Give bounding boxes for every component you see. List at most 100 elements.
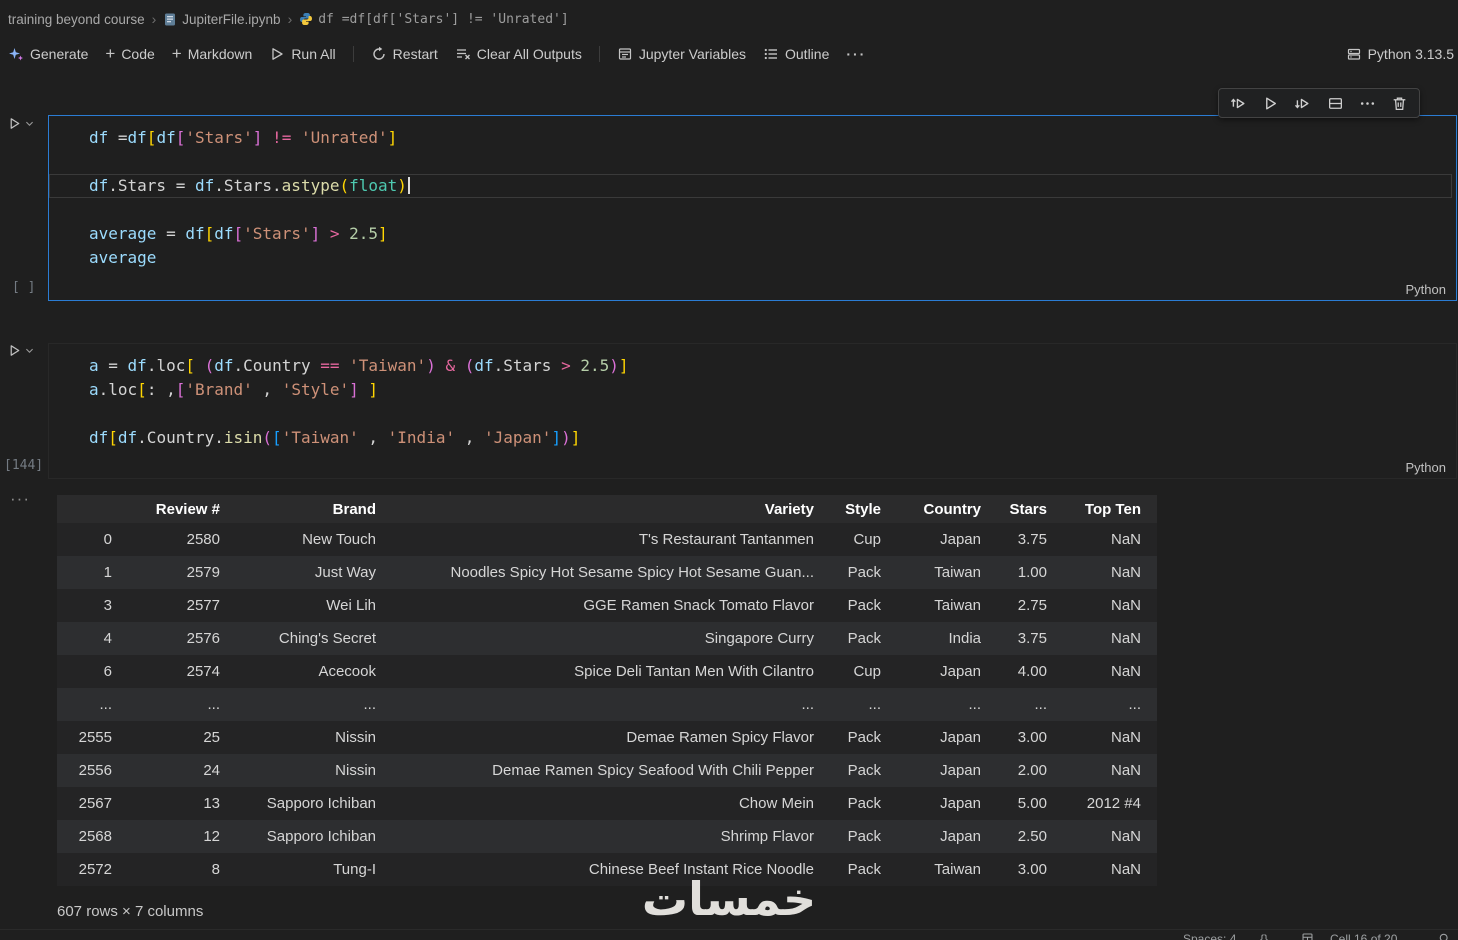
execute-below-icon[interactable] bbox=[1293, 93, 1313, 113]
code-line: average bbox=[49, 246, 1452, 270]
table-cell: 1 bbox=[57, 556, 122, 589]
code-cell-1[interactable]: df =df[df['Stars'] != 'Unrated'] df.Star… bbox=[48, 115, 1457, 301]
table-cell: Japan bbox=[891, 754, 991, 787]
table-cell: NaN bbox=[1057, 820, 1157, 853]
kernel-picker[interactable]: Python 3.13.5 bbox=[1346, 38, 1454, 70]
table-cell: 25 bbox=[122, 721, 230, 754]
table-cell: Taiwan bbox=[891, 853, 991, 886]
table-cell: 1.00 bbox=[991, 556, 1057, 589]
code-editor[interactable]: a = df.loc[ (df.Country == 'Taiwan') & (… bbox=[49, 354, 1452, 452]
table-cell: Singapore Curry bbox=[386, 622, 824, 655]
breadcrumb-cell[interactable]: df =df[df['Stars'] != 'Unrated'] bbox=[299, 12, 568, 27]
table-row: 256812Sapporo IchibanShrimp FlavorPackJa… bbox=[57, 820, 1157, 853]
run-cell-button[interactable] bbox=[7, 343, 35, 358]
run-all-icon bbox=[269, 46, 285, 62]
cell-language-picker[interactable]: Python bbox=[1406, 282, 1446, 297]
code-line: a.loc[: ,['Brand' , 'Style'] ] bbox=[49, 378, 1452, 402]
table-cell: Sapporo Ichiban bbox=[230, 820, 386, 853]
table-cell: Japan bbox=[891, 820, 991, 853]
code-cell-2[interactable]: a = df.loc[ (df.Country == 'Taiwan') & (… bbox=[48, 343, 1457, 479]
kernel-label: Python 3.13.5 bbox=[1368, 46, 1454, 62]
table-row: 62574AcecookSpice Deli Tantan Men With C… bbox=[57, 655, 1157, 688]
jupyter-variables-button[interactable]: Jupyter Variables bbox=[617, 46, 746, 62]
python-symbol-icon bbox=[299, 12, 313, 26]
table-cell: Spice Deli Tantan Men With Cilantro bbox=[386, 655, 824, 688]
code-editor[interactable]: df =df[df['Stars'] != 'Unrated'] df.Star… bbox=[49, 126, 1452, 274]
vscode-notebook-window: training beyond course › JupiterFile.ipy… bbox=[0, 0, 1458, 939]
notebook-file-icon bbox=[163, 12, 177, 27]
add-markdown-cell-button[interactable]: + Markdown bbox=[172, 46, 253, 63]
column-header: Stars bbox=[991, 495, 1057, 523]
table-cell: ... bbox=[1057, 688, 1157, 721]
run-cell-button[interactable] bbox=[7, 116, 35, 131]
table-cell: Just Way bbox=[230, 556, 386, 589]
table-cell: ... bbox=[230, 688, 386, 721]
breadcrumb-folder[interactable]: training beyond course bbox=[8, 12, 145, 27]
table-cell: 2.00 bbox=[991, 754, 1057, 787]
execution-count: [144] bbox=[4, 458, 43, 473]
table-cell: ... bbox=[57, 688, 122, 721]
outline-button[interactable]: Outline bbox=[763, 46, 829, 62]
table-cell: Pack bbox=[824, 589, 891, 622]
table-cell: ... bbox=[824, 688, 891, 721]
breadcrumb-file[interactable]: JupiterFile.ipynb bbox=[163, 12, 280, 27]
table-cell: NaN bbox=[1057, 721, 1157, 754]
split-cell-icon[interactable] bbox=[1325, 93, 1345, 113]
table-cell: Shrimp Flavor bbox=[386, 820, 824, 853]
table-cell: Pack bbox=[824, 787, 891, 820]
table-row: 12579Just WayNoodles Spicy Hot Sesame Sp… bbox=[57, 556, 1157, 589]
kernel-icon bbox=[1346, 46, 1362, 62]
chevron-right-icon: › bbox=[288, 11, 293, 27]
generate-button[interactable]: Generate bbox=[8, 46, 88, 62]
dataframe-head-row: Review #BrandVarietyStyleCountryStarsTop… bbox=[57, 495, 1157, 523]
table-cell: 2556 bbox=[57, 754, 122, 787]
table-row: 255525NissinDemae Ramen Spicy FlavorPack… bbox=[57, 721, 1157, 754]
table-cell: 2.75 bbox=[991, 589, 1057, 622]
add-code-cell-button[interactable]: + Code bbox=[105, 46, 154, 63]
table-cell: India bbox=[891, 622, 991, 655]
khamsat-watermark: خمسات bbox=[642, 872, 816, 926]
restart-button[interactable]: Restart bbox=[371, 46, 438, 62]
execute-cell-icon[interactable] bbox=[1260, 93, 1280, 113]
output-more-actions[interactable]: ··· bbox=[10, 489, 30, 509]
table-cell: Chow Mein bbox=[386, 787, 824, 820]
table-cell: Wei Lih bbox=[230, 589, 386, 622]
table-cell: T's Restaurant Tantanmen bbox=[386, 523, 824, 556]
table-cell: NaN bbox=[1057, 655, 1157, 688]
table-cell: NaN bbox=[1057, 523, 1157, 556]
notebook-toolbar: Generate + Code + Markdown Run All Resta… bbox=[0, 38, 1458, 70]
table-cell: NaN bbox=[1057, 622, 1157, 655]
column-header: Review # bbox=[122, 495, 230, 523]
column-header: Top Ten bbox=[1057, 495, 1157, 523]
table-cell: 13 bbox=[122, 787, 230, 820]
table-cell: 2555 bbox=[57, 721, 122, 754]
breadcrumb-file-label: JupiterFile.ipynb bbox=[182, 12, 280, 27]
table-cell: Pack bbox=[824, 820, 891, 853]
cell-toolbar bbox=[1218, 88, 1420, 118]
table-row: 02580New TouchT's Restaurant TantanmenCu… bbox=[57, 523, 1157, 556]
table-row: ........................ bbox=[57, 688, 1157, 721]
code-line bbox=[49, 402, 1452, 426]
table-cell: 5.00 bbox=[991, 787, 1057, 820]
cell-language-picker[interactable]: Python bbox=[1406, 460, 1446, 475]
text-cursor bbox=[408, 177, 410, 194]
run-all-button[interactable]: Run All bbox=[269, 46, 335, 62]
table-row: 32577Wei LihGGE Ramen Snack Tomato Flavo… bbox=[57, 589, 1157, 622]
table-cell: Pack bbox=[824, 754, 891, 787]
sparkle-icon bbox=[8, 46, 24, 62]
column-header: Style bbox=[824, 495, 891, 523]
column-header: Country bbox=[891, 495, 991, 523]
clear-all-icon bbox=[455, 46, 471, 62]
table-cell: 2574 bbox=[122, 655, 230, 688]
execute-above-icon[interactable] bbox=[1228, 93, 1248, 113]
table-cell: Demae Ramen Spicy Seafood With Chili Pep… bbox=[386, 754, 824, 787]
table-cell: 24 bbox=[122, 754, 230, 787]
table-cell: 8 bbox=[122, 853, 230, 886]
table-cell: GGE Ramen Snack Tomato Flavor bbox=[386, 589, 824, 622]
delete-cell-icon[interactable] bbox=[1390, 93, 1410, 113]
clear-all-outputs-button[interactable]: Clear All Outputs bbox=[455, 46, 582, 62]
more-actions-icon[interactable] bbox=[1358, 93, 1378, 113]
toolbar-more-button[interactable]: ··· bbox=[846, 46, 866, 62]
breadcrumb-folder-label: training beyond course bbox=[8, 12, 145, 27]
table-cell: 3.75 bbox=[991, 622, 1057, 655]
